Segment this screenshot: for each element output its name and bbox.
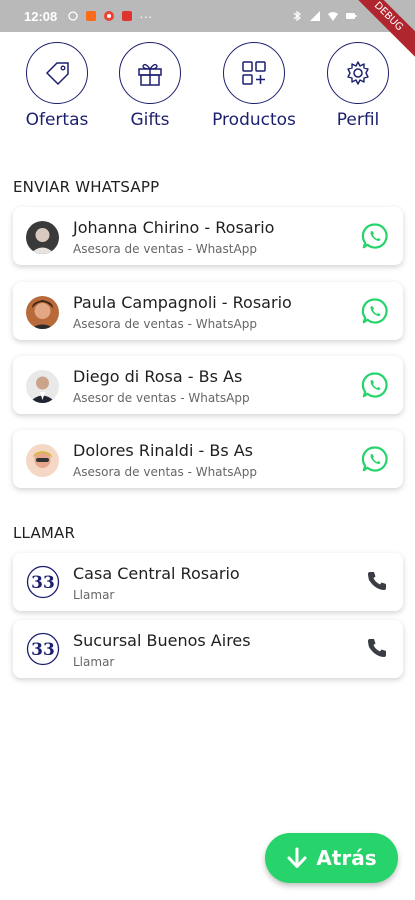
nav-productos[interactable]: Productos xyxy=(209,42,299,130)
contact-role: Asesora de ventas - WhatsApp xyxy=(73,465,257,479)
nav-label-perfil: Perfil xyxy=(336,110,380,130)
top-nav: Ofertas Gifts Productos Perfil xyxy=(0,40,415,130)
tag-icon xyxy=(45,62,69,86)
location-name: Casa Central Rosario xyxy=(73,564,240,583)
ofertas-circle[interactable] xyxy=(26,42,88,104)
perfil-circle[interactable] xyxy=(327,42,389,104)
app-notification-icon-2 xyxy=(122,11,133,21)
battery-icon xyxy=(346,13,357,19)
brand-logo-icon: 33 xyxy=(26,632,60,666)
contact-name: Diego di Rosa - Bs As xyxy=(73,367,243,386)
sync-icon xyxy=(68,11,78,21)
location-name: Sucursal Buenos Aires xyxy=(73,631,251,650)
avatar xyxy=(26,296,59,329)
app-notification-icon xyxy=(86,11,97,21)
productos-circle[interactable] xyxy=(223,42,285,104)
phone-icon[interactable] xyxy=(365,636,389,660)
whatsapp-icon[interactable] xyxy=(361,371,389,399)
location-card-buenos-aires[interactable]: 33 Sucursal Buenos Aires Llamar xyxy=(13,620,403,678)
nav-label-gifts: Gifts xyxy=(130,110,170,130)
contact-role: Asesor de ventas - WhatsApp xyxy=(73,391,250,405)
grid-add-icon xyxy=(242,61,266,85)
nav-perfil[interactable]: Perfil xyxy=(313,42,403,130)
nav-gifts[interactable]: Gifts xyxy=(105,42,195,130)
avatar xyxy=(26,444,59,477)
nav-label-ofertas: Ofertas xyxy=(25,110,89,130)
location-action: Llamar xyxy=(73,655,115,669)
more-notifications: ··· xyxy=(139,8,153,24)
contact-card-paula[interactable]: Paula Campagnoli - Rosario Asesora de ve… xyxy=(13,282,403,340)
call-section-title: LLAMAR xyxy=(13,524,76,542)
chrome-icon xyxy=(104,11,115,21)
brand-logo-icon: 33 xyxy=(26,565,60,599)
wifi-icon xyxy=(328,12,338,21)
svg-text:33: 33 xyxy=(31,573,55,593)
status-bar: 12:08 ··· DEBUG xyxy=(0,0,415,63)
signal-icon xyxy=(310,11,320,21)
whatsapp-icon[interactable] xyxy=(361,222,389,250)
avatar xyxy=(26,370,59,403)
gifts-circle[interactable] xyxy=(119,42,181,104)
contact-name: Dolores Rinaldi - Bs As xyxy=(73,441,254,460)
system-icons xyxy=(291,10,357,22)
gear-icon xyxy=(347,61,369,85)
gift-icon xyxy=(138,63,162,86)
contact-card-dolores[interactable]: Dolores Rinaldi - Bs As Asesora de venta… xyxy=(13,430,403,488)
phone-icon[interactable] xyxy=(365,569,389,593)
bluetooth-icon xyxy=(293,10,302,22)
contact-card-diego[interactable]: Diego di Rosa - Bs As Asesor de ventas -… xyxy=(13,356,403,414)
nav-label-productos: Productos xyxy=(212,110,296,130)
svg-text:33: 33 xyxy=(31,640,55,660)
notification-icons: ··· xyxy=(67,9,152,24)
contact-name: Paula Campagnoli - Rosario xyxy=(73,293,292,312)
location-card-rosario[interactable]: 33 Casa Central Rosario Llamar xyxy=(13,553,403,611)
contact-name: Johanna Chirino - Rosario xyxy=(73,218,275,237)
contact-role: Asesora de ventas - WhatsApp xyxy=(73,317,257,331)
contact-role: Asesora de ventas - WhastApp xyxy=(73,242,257,256)
back-button[interactable]: Atrás xyxy=(265,833,398,883)
arrow-down-icon xyxy=(287,847,307,868)
contact-card-johanna[interactable]: Johanna Chirino - Rosario Asesora de ven… xyxy=(13,207,403,265)
avatar xyxy=(26,221,59,254)
nav-ofertas[interactable]: Ofertas xyxy=(12,42,102,130)
whatsapp-icon[interactable] xyxy=(361,297,389,325)
whatsapp-section-title: ENVIAR WHATSAPP xyxy=(13,178,160,196)
whatsapp-icon[interactable] xyxy=(361,445,389,473)
status-time: 12:08 xyxy=(24,8,58,24)
back-button-label: Atrás xyxy=(316,846,377,870)
location-action: Llamar xyxy=(73,588,115,602)
